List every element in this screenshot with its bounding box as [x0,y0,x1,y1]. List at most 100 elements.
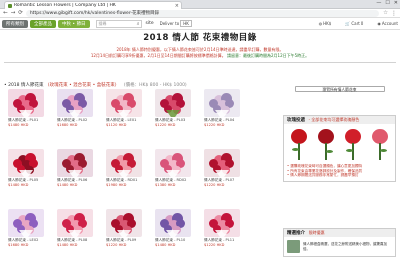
product-name[interactable]: 情人節花束 - RD02 [155,178,191,183]
browser-menu-icon[interactable]: ⋮ [391,10,397,17]
rose-section: 玫瑰投遞 - 全部花束均可選擇玫瑰顏色 • 選購玫瑰花束時可自選顏色，讓心意更加… [283,115,396,182]
window-controls: — ☐ ✕ [376,0,398,6]
rose-image[interactable] [315,128,337,160]
product-card[interactable]: 情人節花束 - PL11 $1220 HKD [204,209,240,247]
product-price: $1220 HKD [155,122,176,127]
product-price: $1220 HKD [204,242,225,247]
nav-tab-all-products[interactable]: 全部產品 [30,19,56,28]
notice-line-2: 12月14日前訂購可享9折優惠，2月1日至14日期間訂購將按標準價格計算。 請留… [20,53,380,58]
cart-count: 0 [360,21,364,26]
product-card[interactable]: 情人節花束 - PL10 $1480 HKD [155,209,191,247]
account-label: Account [381,21,398,26]
minimize-icon[interactable]: — [376,0,381,6]
product-card[interactable]: 情人節花束 - RD01 $1980 HKD [106,149,142,187]
product-image[interactable] [204,89,240,117]
rose-section-header: 玫瑰投遞 - 全部花束均可選擇玫瑰顏色 [284,116,395,124]
promo-title: 精選推介 [287,231,305,236]
rose-note: • 情人節期間送貨服務非常繁忙，請盡早預訂 [287,173,359,178]
product-price: $1220 HKD [204,122,225,127]
rose-section-note: - 全部花束均可選擇玫瑰顏色 [308,117,360,122]
bookmark-star-icon[interactable]: ☆ [383,10,388,16]
product-image[interactable] [155,209,191,237]
product-image[interactable] [204,209,240,237]
nav-tab-all-categories[interactable]: 所有類別 [2,19,28,28]
product-image[interactable] [155,89,191,117]
product-image[interactable] [106,89,142,117]
product-price: $1480 HKD [155,242,176,247]
product-image[interactable] [57,89,93,117]
currency-value[interactable]: HK$ [323,21,331,26]
product-card[interactable]: 情人節花束 - LE01 $1120 HKD [106,89,142,127]
product-card[interactable]: 情人節花束 - PL04 $1220 HKD [204,89,240,127]
product-price: $1380 HKD [155,182,176,187]
delivery-value[interactable]: HK [180,20,192,27]
cart-label: Cart [351,21,360,26]
search-icon[interactable]: ⌕ [137,21,140,27]
url-field[interactable]: https://www.gibgift.com/hk/valentines-fl… [25,9,380,17]
sidebar: 瀏覽所有情人節花束 玫瑰投遞 - 全部花束均可選擇玫瑰顏色 • 選購玫瑰花束時可… [283,86,396,257]
rose-image[interactable] [288,128,310,160]
promo-section: 精選推介 限時優惠 情人節禮盒精選，送花之餘附送精美小禮物，讓驚喜加倍。 [283,228,396,257]
section-title-text: • 2018 情人節花束 [4,83,44,88]
promo-card[interactable]: 情人節禮盒精選，送花之餘附送精美小禮物，讓驚喜加倍。 [284,237,395,256]
product-card[interactable]: 情人節花束 - PL05 $1480 HKD [8,149,44,187]
cart-link[interactable]: 🛒 Cart 0 [345,21,363,26]
promo-image [287,240,300,253]
site-logo[interactable]: site [146,21,154,26]
product-image[interactable] [8,149,44,177]
close-window-icon[interactable]: ✕ [394,0,398,6]
forward-icon[interactable]: → [11,10,16,16]
rose-images [284,124,395,164]
account-link[interactable]: ◉ Account [377,21,398,26]
product-card[interactable]: 情人節花束 - PL08 $1480 HKD [57,209,93,247]
product-card[interactable]: 情人節花束 - PL06 $1480 HKD [57,149,93,187]
product-image[interactable] [8,209,44,237]
product-card[interactable]: 情人節花束 - PL03 $1220 HKD [155,89,191,127]
product-card[interactable]: 情人節花束 - LE02 $1680 HKD [8,209,44,247]
page-title: 2018 情人節 花束禮物目錄 [143,33,257,43]
tab-title: Romantic Lesson Flowers | Company Ltd | … [14,3,116,8]
nav-tab-festival[interactable]: 中秋 • 節日 [58,19,90,28]
product-image[interactable] [57,209,93,237]
account-icon: ◉ [377,21,381,26]
product-image[interactable] [106,149,142,177]
browse-all-button[interactable]: 瀏覽所有情人節花束 [294,86,385,92]
product-price: $1980 HKD [106,182,127,187]
product-price: $1220 HKD [204,182,225,187]
product-price: $1680 HKD [57,122,78,127]
product-name[interactable]: 情人節花束 - RD01 [106,178,142,183]
product-price: $1480 HKD [57,182,78,187]
promo-header: 精選推介 限時優惠 [284,229,395,237]
product-image[interactable] [106,209,142,237]
product-price: $1480 HKD [57,242,78,247]
product-image[interactable] [8,89,44,117]
currency-selector[interactable]: ◍ HK$ [319,21,332,26]
product-card[interactable]: 情人節花束 - RD02 $1380 HKD [155,149,191,187]
delivery-selector[interactable]: Deliver to HK [160,20,192,27]
rose-image[interactable] [342,128,364,160]
notice-line-2b: 請留意：最後訂購時間為2月12日下午5時正。 [227,53,310,58]
browser-tab[interactable]: Romantic Lesson Flowers | Company Ltd | … [4,1,182,9]
product-card[interactable]: 情人節花束 - PL02 $1680 HKD [57,89,93,127]
product-card[interactable]: 情人節花束 - PL01 $1480 HKD [8,89,44,127]
product-image[interactable] [57,149,93,177]
maximize-icon[interactable]: ☐ [385,0,389,6]
divider [4,62,396,63]
product-card[interactable]: 情人節花束 - PL07 $1220 HKD [204,149,240,187]
product-image[interactable] [155,149,191,177]
back-icon[interactable]: ← [3,10,8,16]
promo-text: 情人節禮盒精選，送花之餘附送精美小禮物，讓驚喜加倍。 [303,242,387,251]
product-price: $1480 HKD [8,122,29,127]
section-price-range: (價格：HK$ 800 - HK$ 1000) [123,83,187,88]
product-price: $1480 HKD [8,182,29,187]
close-tab-icon[interactable]: × [173,3,181,9]
reload-icon[interactable]: ⟳ [18,10,23,16]
globe-icon: ◍ [318,21,323,26]
product-price: $1120 HKD [106,122,127,127]
product-card[interactable]: 情人節花束 - PL09 $1220 HKD [106,209,142,247]
product-image[interactable] [204,149,240,177]
search-input[interactable]: 搜尋 ⌕ [95,19,142,28]
rose-image[interactable] [369,128,391,160]
notice-line-2a: 12月14日前訂購可享9折優惠，2月1日至14日期間訂購將按標準價格計算。 [90,53,226,58]
rose-section-title: 玫瑰投遞 [287,118,305,123]
